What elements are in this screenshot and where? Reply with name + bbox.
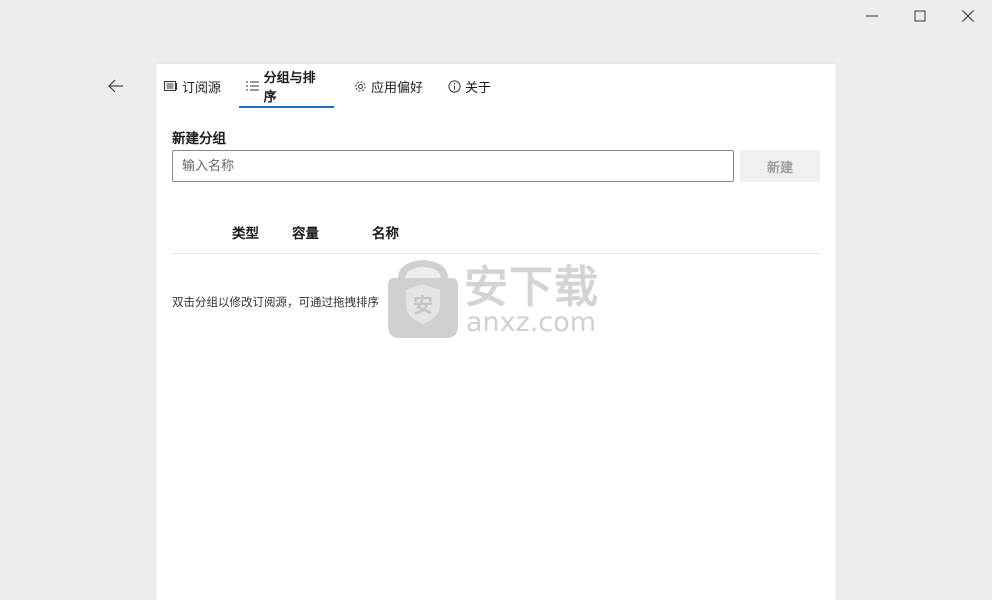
group-name-input[interactable] [172,150,734,182]
watermark-text-cn: 安下载 [464,262,599,313]
tab-label: 分组与排序 [263,71,316,105]
caption-bar [848,0,992,32]
tab-label: 关于 [465,80,492,96]
hint-text: 双击分组以修改订阅源，可通过拖拽排序 [172,295,379,309]
new-group-title: 新建分组 [172,131,226,147]
shield-logo-icon: 安 [388,260,458,338]
tab-app-preferences[interactable]: 应用偏好 [346,64,430,108]
news-icon [164,79,178,93]
minimize-button[interactable] [848,0,896,32]
maximize-button[interactable] [896,0,944,32]
tab-about[interactable]: 关于 [440,64,498,108]
app-window: 订阅源 分组与排序 应用偏好 关于 新建分组 输入名称 新建 类型 容量 名称 … [0,0,992,600]
tab-label: 应用偏好 [371,80,424,96]
column-header-name[interactable]: 名称 [372,222,399,242]
list-icon [246,79,260,93]
info-icon [447,79,461,93]
tab-bar: 订阅源 分组与排序 应用偏好 关于 [156,64,498,108]
maximize-icon [914,10,926,22]
minimize-icon [866,15,878,17]
create-group-button[interactable]: 新建 [740,150,820,182]
tab-groups-sorting[interactable]: 分组与排序 [239,64,335,108]
back-button[interactable] [100,72,132,100]
tab-subscriptions[interactable]: 订阅源 [156,64,231,108]
gear-icon [353,79,367,93]
watermark: 安 安下载 anxz.com [388,258,603,340]
arrow-left-icon [108,79,123,93]
close-button[interactable] [944,0,992,32]
tab-label: 订阅源 [182,80,222,96]
badge-char: 安 [413,293,433,317]
watermark-text-en: anxz.com [466,307,597,338]
column-header-type[interactable]: 类型 [232,222,259,242]
close-icon [962,10,974,22]
column-header-capacity[interactable]: 容量 [292,222,319,242]
group-table-header: 类型 容量 名称 [172,220,820,254]
